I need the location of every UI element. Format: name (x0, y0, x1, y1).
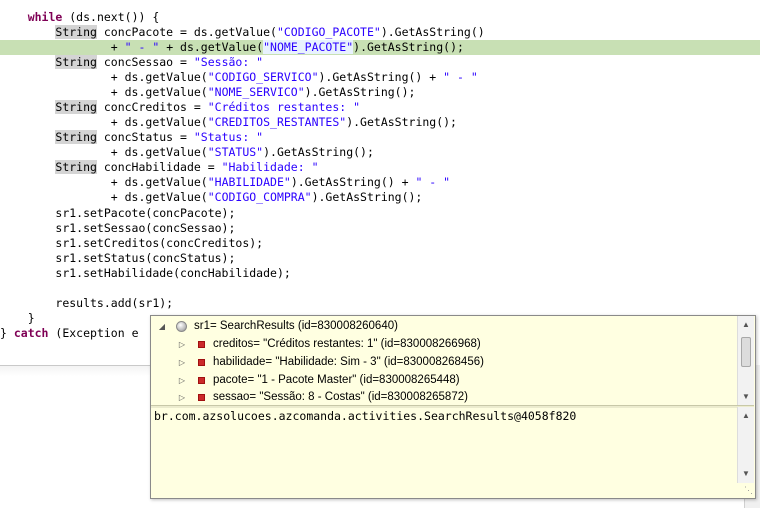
expand-triangle-icon[interactable]: ▷ (177, 389, 187, 405)
scroll-up-arrow-icon[interactable]: ▲ (738, 318, 754, 332)
expand-triangle-icon[interactable]: ▷ (177, 354, 187, 371)
code-line-16: sr1.setCreditos(concCreditos); (55, 236, 264, 250)
code-line-1: while (ds.next()) { (27, 10, 160, 24)
code-line-15: sr1.setSessao(concSessao); (55, 221, 236, 235)
tree-scrollbar[interactable]: ▲ ▼ (737, 316, 754, 405)
code-line-6: + ds.getValue("NOME_SERVICO").GetAsStrin… (110, 85, 416, 99)
expand-triangle-icon[interactable]: ▷ (177, 336, 187, 353)
tree-row-pacote[interactable]: ▷ pacote= "1 - Pacote Master" (id=830008… (151, 372, 737, 389)
tree-row-label: pacote= "1 - Pacote Master" (id=83000826… (213, 374, 460, 386)
scroll-up-arrow-icon[interactable]: ▲ (738, 409, 754, 423)
code-line-10: + ds.getValue("STATUS").GetAsString(); (110, 145, 374, 159)
code-line-9: String concStatus = "Status: " (55, 130, 264, 144)
code-editor[interactable]: while (ds.next()) { String concPacote = … (0, 0, 760, 365)
private-field-icon (198, 394, 205, 401)
code-line-14: sr1.setPacote(concPacote); (55, 206, 236, 220)
tree-row-sr1[interactable]: ◢ sr1= SearchResults (id=830008260640) (151, 318, 737, 335)
code-line-3-current: + " - " + ds.getValue("NOME_PACOTE").Get… (0, 40, 760, 55)
code-line-5: + ds.getValue("CODIGO_SERVICO").GetAsStr… (110, 70, 478, 84)
scroll-down-arrow-icon[interactable]: ▼ (738, 390, 754, 404)
tree-row-label: creditos= "Créditos restantes: 1" (id=83… (213, 338, 481, 350)
expand-triangle-icon[interactable]: ▷ (177, 372, 187, 389)
detail-pane[interactable]: br.com.azsolucoes.azcomanda.activities.S… (151, 407, 737, 483)
detail-text: br.com.azsolucoes.azcomanda.activities.S… (154, 409, 577, 423)
code-line-7: String concCreditos = "Créditos restante… (55, 100, 361, 114)
object-icon (176, 321, 187, 332)
code-line-17: sr1.setStatus(concStatus); (55, 251, 236, 265)
variable-tree[interactable]: ◢ sr1= SearchResults (id=830008260640) ▷… (151, 316, 737, 405)
collapse-triangle-icon[interactable]: ◢ (157, 318, 167, 335)
private-field-icon (198, 377, 205, 384)
tree-row-habilidade[interactable]: ▷ habilidade= "Habilidade: Sim - 3" (id=… (151, 354, 737, 371)
tree-row-label: habilidade= "Habilidade: Sim - 3" (id=83… (213, 356, 484, 368)
tree-row-creditos[interactable]: ▷ creditos= "Créditos restantes: 1" (id=… (151, 336, 737, 353)
code-line-19: results.add(sr1); (55, 296, 174, 310)
tree-row-label: sr1= SearchResults (id=830008260640) (194, 320, 398, 332)
code-line-11: String concHabilidade = "Habilidade: " (55, 160, 319, 174)
scroll-down-arrow-icon[interactable]: ▼ (738, 467, 754, 481)
code-line-4: String concSessao = "Sessão: " (55, 55, 264, 69)
variable-inspector-popup[interactable]: ◢ sr1= SearchResults (id=830008260640) ▷… (150, 315, 756, 499)
code-line-18: sr1.setHabilidade(concHabilidade); (55, 266, 291, 280)
code-line-12: + ds.getValue("HABILIDADE").GetAsString(… (110, 175, 451, 189)
type-name: String (55, 25, 97, 39)
scrollbar-thumb[interactable] (741, 337, 751, 367)
tree-row-label: sessao= "Sessão: 8 - Costas" (id=8300082… (213, 391, 468, 403)
resize-grip-icon[interactable]: ⋱ (741, 484, 753, 496)
detail-scrollbar[interactable]: ▲ ▼ (737, 407, 754, 483)
tree-row-sessao[interactable]: ▷ sessao= "Sessão: 8 - Costas" (id=83000… (151, 389, 737, 405)
private-field-icon (198, 341, 205, 348)
private-field-icon (198, 359, 205, 366)
code-line-8: + ds.getValue("CREDITOS_RESTANTES").GetA… (110, 115, 457, 129)
code-line-13: + ds.getValue("CODIGO_COMPRA").GetAsStri… (110, 190, 423, 204)
keyword: while (27, 10, 63, 24)
code-line-2: String concPacote = ds.getValue("CODIGO_… (55, 25, 485, 39)
